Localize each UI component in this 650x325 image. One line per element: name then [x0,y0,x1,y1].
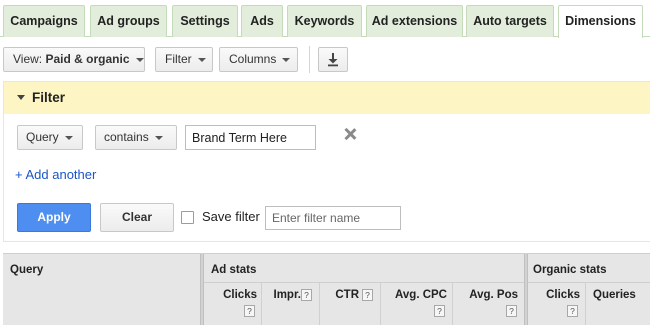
column-divider [200,254,204,325]
group-divider [204,282,524,283]
query-column-header[interactable]: Query [10,264,43,276]
collapse-triangle-icon [17,95,25,100]
filter-dropdown[interactable]: Filter [155,47,213,72]
help-icon[interactable]: ? [301,289,312,301]
column-divider [524,254,528,325]
apply-button[interactable]: Apply [17,203,91,232]
column-divider [261,283,262,325]
help-icon[interactable]: ? [567,305,578,317]
column-divider [319,283,320,325]
tab-ad-extensions[interactable]: Ad extensions [366,5,463,37]
field-select-value: Query [26,130,59,144]
tab-dimensions[interactable]: Dimensions [558,5,643,38]
filter-header[interactable]: Filter [4,82,650,114]
close-icon[interactable] [343,127,357,141]
field-select[interactable]: Query [17,125,83,150]
avg-cpc-column-header[interactable]: Avg. CPC [387,289,447,301]
column-divider [452,283,453,325]
help-icon[interactable]: ? [434,305,445,317]
add-another-link[interactable]: + Add another [15,167,96,182]
queries-column-header[interactable]: Queries [593,289,650,301]
chevron-down-icon [154,135,163,140]
group-divider [528,282,650,283]
operator-select[interactable]: contains [95,125,177,150]
tab-keywords[interactable]: Keywords [287,5,362,37]
tab-auto-targets[interactable]: Auto targets [466,5,554,37]
chevron-down-icon [135,57,144,62]
tab-ad-groups[interactable]: Ad groups [90,5,167,37]
avg-pos-column-header[interactable]: Avg. Pos [457,289,518,301]
view-value: Paid & organic [45,52,130,66]
save-filter-checkbox[interactable] [181,211,194,224]
download-icon [328,53,338,67]
download-button[interactable] [318,47,348,72]
columns-dropdown[interactable]: Columns [219,47,298,72]
toolbar: View: Paid & organic Filter Columns [0,37,650,81]
filter-name-input[interactable] [265,206,401,230]
filter-value-input[interactable] [185,125,316,150]
organic-clicks-column-header[interactable]: Clicks [535,289,580,301]
filter-button-label: Filter [165,52,192,66]
view-prefix: View: [13,52,46,66]
help-icon[interactable]: ? [244,305,255,317]
tab-ads[interactable]: Ads [241,5,283,37]
impressions-column-header[interactable]: Impr. [269,289,301,301]
chevron-down-icon [282,57,291,62]
filter-title: Filter [32,90,66,105]
tab-campaigns[interactable]: Campaigns [3,5,85,37]
clicks-column-header[interactable]: Clicks [215,289,257,301]
filter-panel: Filter Query contains + Add another Appl… [3,81,650,242]
column-divider [585,283,586,325]
help-icon[interactable]: ? [362,289,373,301]
chevron-down-icon [64,135,73,140]
ad-stats-header: Ad stats [211,264,257,276]
columns-button-label: Columns [229,52,277,66]
chevron-down-icon [197,57,206,62]
view-dropdown[interactable]: View: Paid & organic [3,47,145,72]
save-filter-label: Save filter [202,209,260,224]
clear-button[interactable]: Clear [100,203,174,232]
tab-settings[interactable]: Settings [172,5,238,37]
help-icon[interactable]: ? [506,305,517,317]
organic-stats-header: Organic stats [533,264,607,276]
ctr-column-header[interactable]: CTR [331,289,359,301]
toolbar-divider [309,46,310,73]
column-divider [380,283,381,325]
tab-bar: Campaigns Ad groups Settings Ads Keyword… [0,0,650,38]
operator-select-value: contains [104,130,149,144]
table-header: Query Ad stats Organic stats Clicks ? Im… [3,253,650,325]
